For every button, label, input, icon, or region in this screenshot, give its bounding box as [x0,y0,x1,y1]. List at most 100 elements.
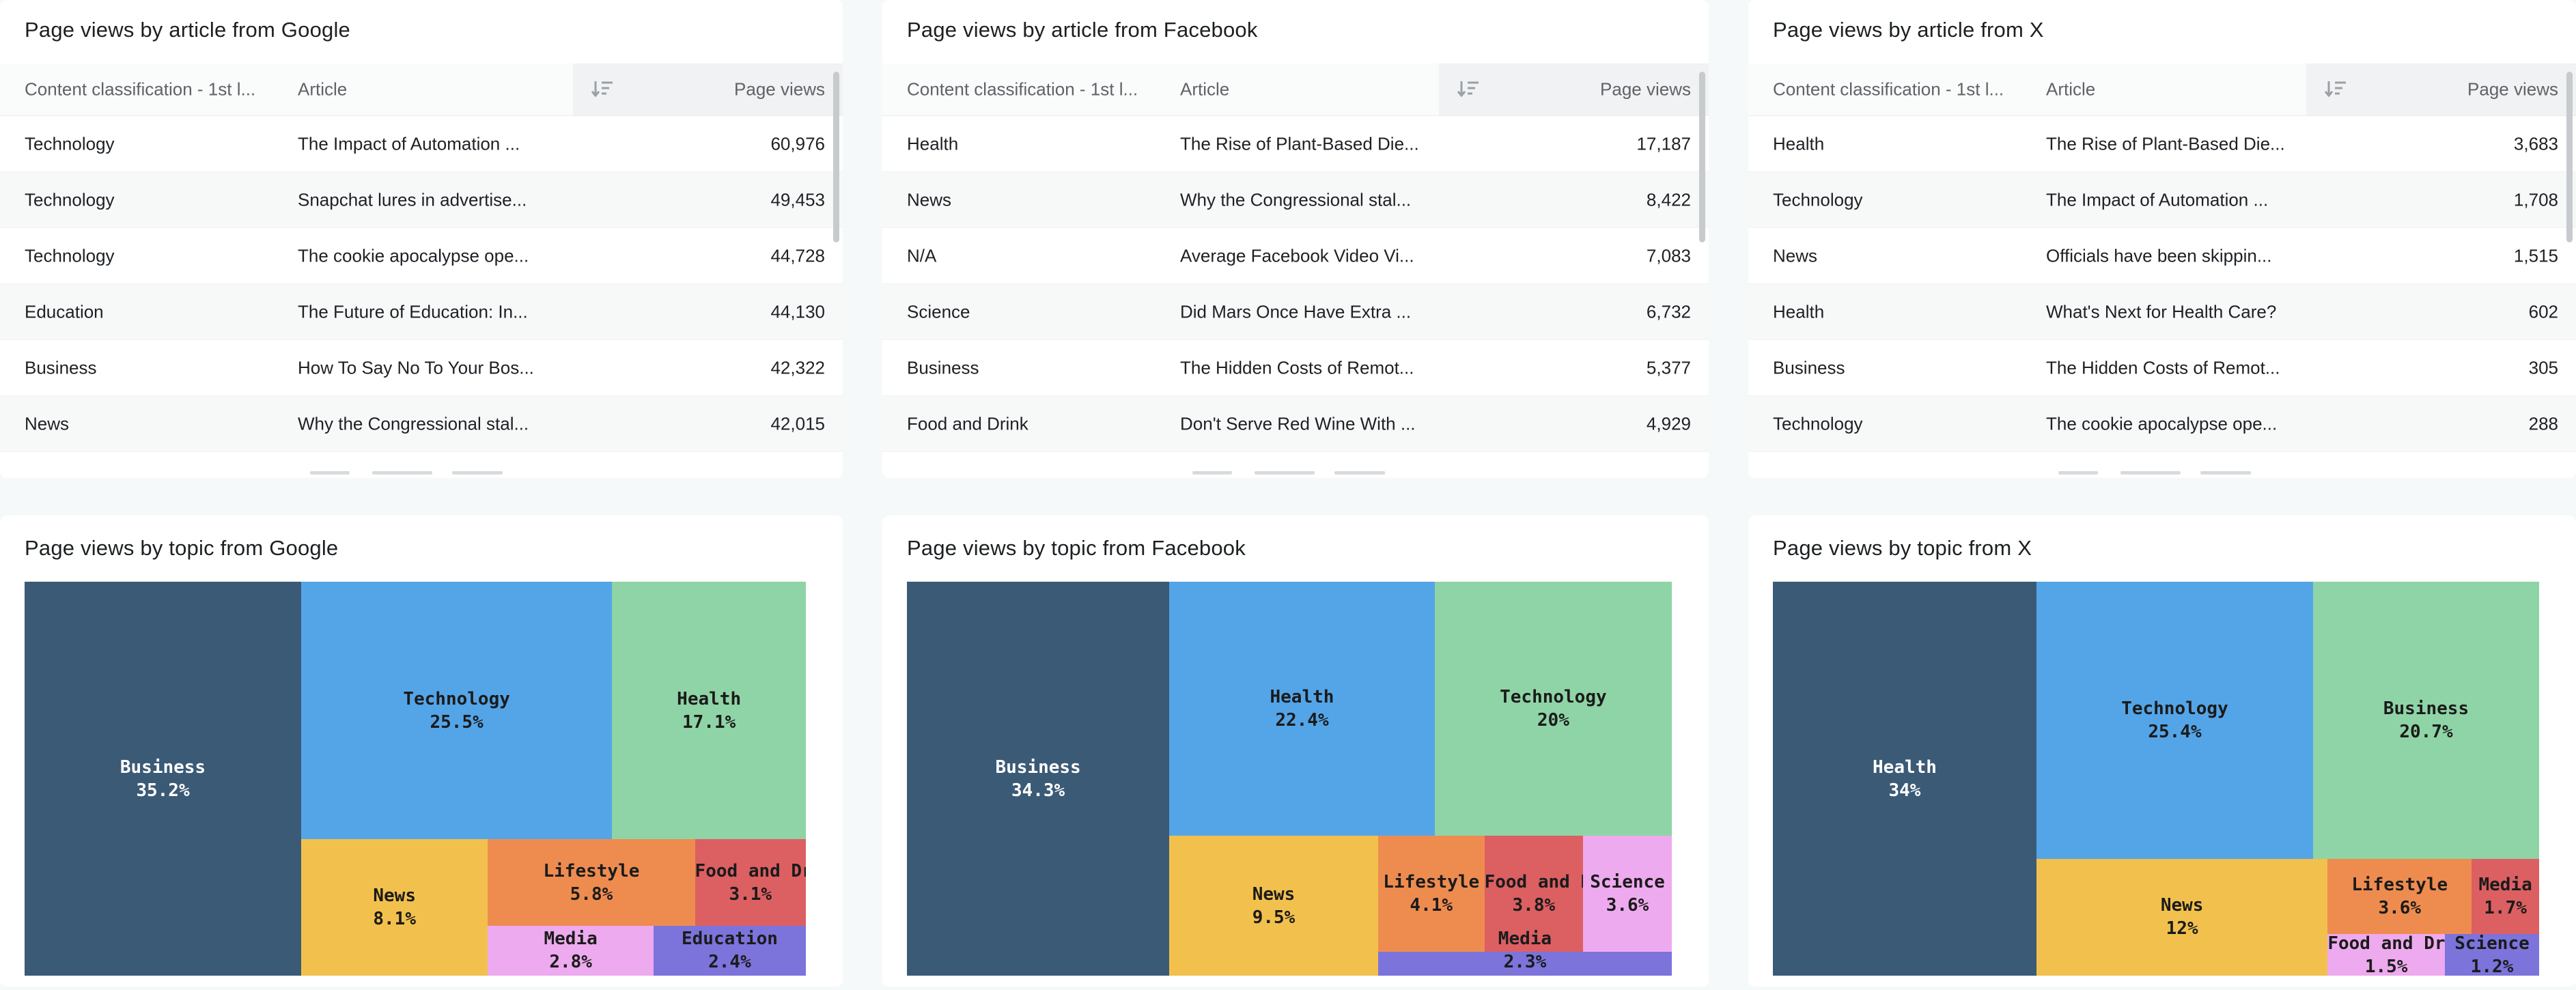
treemap-tile-label: News12% [2036,797,2327,987]
cell-classification: Science [907,301,970,322]
cell-page-views: 42,322 [770,357,825,378]
cell-article: What's Next for Health Care? [2046,301,2276,322]
treemap-tile-health[interactable]: Health34% [1773,582,2036,976]
treemap-tile-label: Health34% [1773,520,2036,987]
cell-page-views: 44,130 [770,301,825,322]
table-row[interactable]: Business How To Say No To Your Bos... 42… [0,340,843,396]
cell-article: The Rise of Plant-Based Die... [2046,133,2285,154]
column-header-article[interactable]: Article [298,79,347,100]
cell-classification: Business [907,357,979,378]
cell-page-views: 6,732 [1647,301,1691,322]
table-row[interactable]: Business The Hidden Costs of Remot... 30… [1748,340,2576,396]
column-header-page-views[interactable]: Page views [1600,79,1691,100]
cell-page-views: 305 [2529,357,2558,378]
cell-classification: Technology [1773,189,1863,210]
cell-page-views: 42,015 [770,413,825,434]
treemap-tile-label: Science1.2% [2445,873,2539,987]
cell-article: Did Mars Once Have Extra ... [1180,301,1411,322]
cell-article: Why the Congressional stal... [298,413,529,434]
chart-title: Page views by article from Facebook [907,18,1258,42]
column-header-classification[interactable]: Content classification - 1st l... [907,79,1138,100]
cell-page-views: 1,708 [2514,189,2558,210]
cell-article: The Impact of Automation ... [2046,189,2268,210]
table-row[interactable]: Health What's Next for Health Care? 602 [1748,284,2576,340]
treemap-tile-education[interactable]: Education2.4% [654,926,806,976]
column-header-classification[interactable]: Content classification - 1st l... [1773,79,2004,100]
table-scrollbar[interactable] [2566,72,2573,242]
treemap-tile-news[interactable]: News9.5% [1169,836,1378,976]
table-row[interactable]: Food and Drink Don't Serve Red Wine With… [882,396,1709,452]
cell-classification: News [25,413,69,434]
panel-page-views-by-topic-facebook: Page views by topic from Facebook Busine… [882,515,1709,987]
panel-page-views-by-article-x: Page views by article from X Content cla… [1748,0,2576,478]
treemap-tile-news[interactable]: News8.1% [301,839,488,976]
cell-page-views: 60,976 [770,133,825,154]
table-row[interactable]: Technology The cookie apocalypse ope... … [0,228,843,284]
chart-title: Page views by article from Google [25,18,350,42]
table-row[interactable]: Science Did Mars Once Have Extra ... 6,7… [882,284,1709,340]
table-row[interactable]: News Why the Congressional stal... 8,422 [882,172,1709,228]
treemap-tile-label: Media2.3% [1378,890,1672,974]
cell-classification: Technology [1773,413,1863,434]
cell-page-views: 5,377 [1647,357,1691,378]
table-row[interactable]: Technology The Impact of Automation ... … [0,116,843,172]
treemap-tile-food-and-drink[interactable]: Food and Drink1.5% [2327,934,2445,976]
treemap-tile-label: Food and Drink1.5% [2327,873,2445,987]
table-row[interactable]: Health The Rise of Plant-Based Die... 3,… [1748,116,2576,172]
treemap-tile-label: Media2.8% [488,864,654,987]
cell-page-views: 4,929 [1647,413,1691,434]
cell-classification: Education [25,301,104,322]
cell-page-views: 8,422 [1647,189,1691,210]
cell-article: The Rise of Plant-Based Die... [1180,133,1419,154]
cell-article: Don't Serve Red Wine With ... [1180,413,1416,434]
table-row[interactable]: Technology The Impact of Automation ... … [1748,172,2576,228]
treemap-tile-business[interactable]: Business35.2% [25,582,301,976]
treemap-tile-science[interactable]: Science1.2% [2445,934,2539,976]
table-row[interactable]: Technology The cookie apocalypse ope... … [1748,396,2576,452]
table-scrollbar[interactable] [833,72,839,242]
table-row[interactable]: Business The Hidden Costs of Remot... 5,… [882,340,1709,396]
treemap-tile-media[interactable]: Media2.8% [488,926,654,976]
table-row[interactable]: News Officials have been skippin... 1,51… [1748,228,2576,284]
column-header-article[interactable]: Article [1180,79,1229,100]
cell-classification: Health [1773,301,1824,322]
table-scrollbar[interactable] [1699,72,1705,242]
column-header-article[interactable]: Article [2046,79,2095,100]
column-header-page-views[interactable]: Page views [2467,79,2558,100]
panel-page-views-by-article-google: Page views by article from Google Conten… [0,0,843,478]
table-row[interactable]: Technology Snapchat lures in advertise..… [0,172,843,228]
cell-article: How To Say No To Your Bos... [298,357,534,378]
table-row[interactable]: News Why the Congressional stal... 42,01… [0,396,843,452]
cell-classification: Business [1773,357,1845,378]
chart-title: Page views by article from X [1773,18,2044,42]
treemap-tile-news[interactable]: News12% [2036,859,2327,976]
cell-article: The cookie apocalypse ope... [2046,413,2277,434]
treemap-x: Health34%Technology25.4%Business20.7%New… [1773,582,2539,976]
table-header-row: Content classification - 1st l... Articl… [882,63,1709,116]
cell-page-views: 602 [2529,301,2558,322]
cell-article: The Hidden Costs of Remot... [1180,357,1414,378]
treemap-tile-label: Business34.3% [907,520,1169,987]
sort-descending-icon[interactable] [1457,80,1480,99]
table-row-partial [0,452,843,478]
treemap-tile-media[interactable]: Media2.3% [1378,952,1672,976]
sort-descending-icon[interactable] [591,80,614,99]
column-header-page-views[interactable]: Page views [734,79,825,100]
table-header-row: Content classification - 1st l... Articl… [1748,63,2576,116]
cell-page-views: 7,083 [1647,245,1691,266]
cell-classification: Food and Drink [907,413,1028,434]
panel-page-views-by-article-facebook: Page views by article from Facebook Cont… [882,0,1709,478]
cell-classification: News [907,189,951,210]
table-row-partial [882,452,1709,478]
table-row[interactable]: Education The Future of Education: In...… [0,284,843,340]
cell-classification: Technology [25,133,115,154]
cell-page-views: 288 [2529,413,2558,434]
table-row-partial [1748,452,2576,478]
sort-descending-icon[interactable] [2324,80,2347,99]
table-row[interactable]: N/A Average Facebook Video Vi... 7,083 [882,228,1709,284]
cell-classification: News [1773,245,1817,266]
table-row[interactable]: Health The Rise of Plant-Based Die... 17… [882,116,1709,172]
column-header-classification[interactable]: Content classification - 1st l... [25,79,255,100]
cell-article: Snapchat lures in advertise... [298,189,527,210]
treemap-tile-business[interactable]: Business34.3% [907,582,1169,976]
